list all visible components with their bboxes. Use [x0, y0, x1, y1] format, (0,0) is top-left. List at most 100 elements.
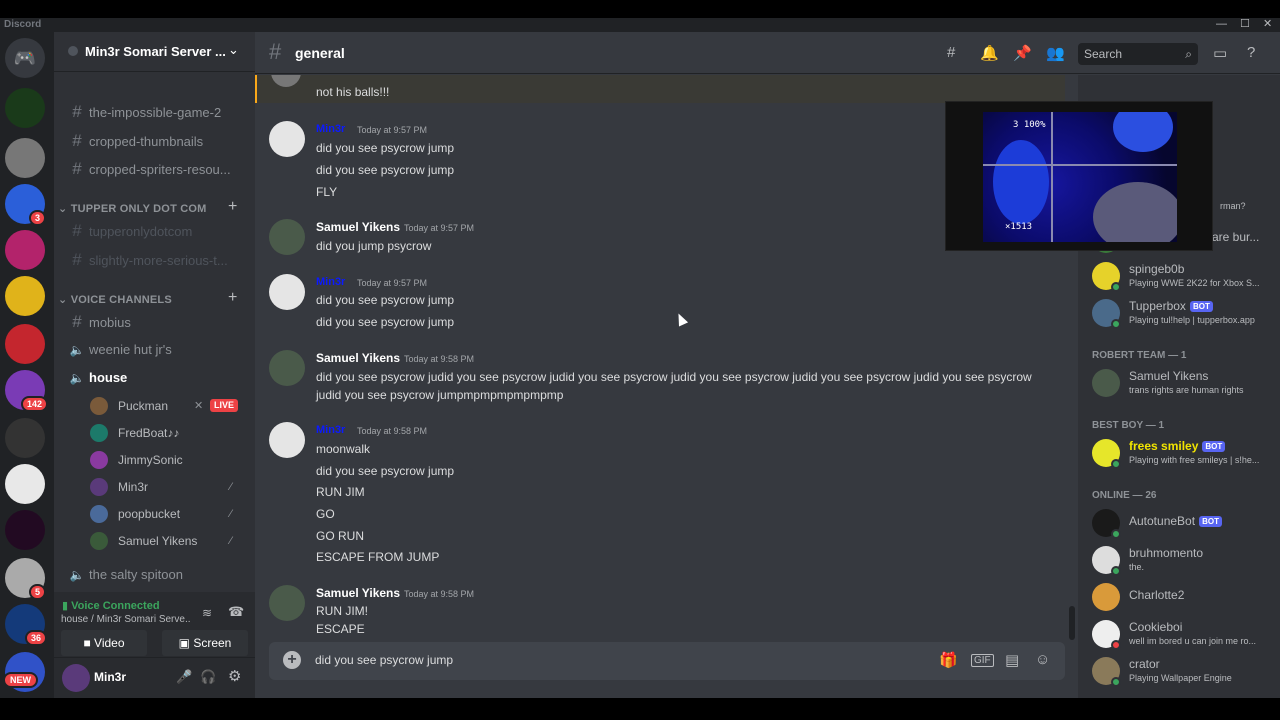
gif-icon[interactable]: GIF: [971, 654, 994, 667]
message-text: ESCAPE FROM JUMP: [316, 550, 440, 564]
server-icon[interactable]: [5, 276, 45, 316]
member-item[interactable]: Charlotte2: [1092, 581, 1280, 617]
mute-mic-icon[interactable]: 🎤: [176, 669, 192, 685]
avatar: [1092, 369, 1120, 397]
voice-channel-item[interactable]: 🔈 weenie hut jr's: [68, 338, 250, 362]
voice-user[interactable]: Samuel Yikens ⁄: [90, 529, 250, 553]
avatar[interactable]: [269, 121, 305, 157]
server-icon[interactable]: 3: [5, 184, 47, 226]
channel-name: slightly-more-serious-t...: [89, 253, 228, 268]
gift-icon[interactable]: 🎁: [939, 651, 958, 669]
chat-header: # general # 🔔 📌 👥 Search ⌕ ▭ ?: [255, 32, 1280, 74]
help-icon[interactable]: ?: [1247, 44, 1255, 61]
voice-channel-item[interactable]: 🔈 the salty spitoon: [68, 563, 250, 587]
message-text: did you see psycrow jump: [316, 141, 455, 155]
search-input[interactable]: Search ⌕: [1078, 43, 1198, 65]
sticker-icon[interactable]: ▤: [1005, 651, 1019, 669]
message-composer[interactable]: + did you see psycrow jump 🎁 GIF ▤ ☺: [269, 642, 1065, 680]
member-item[interactable]: spingeb0b Playing WWE 2K22 for Xbox S...: [1092, 260, 1280, 296]
threads-icon[interactable]: #: [947, 44, 955, 61]
server-icon[interactable]: [5, 418, 45, 458]
server-header[interactable]: Min3r Somari Server ... ⌄: [54, 32, 255, 72]
voice-user[interactable]: Puckman ✕ LIVE: [90, 394, 250, 418]
author-name[interactable]: Samuel Yikens: [316, 220, 400, 234]
disconnect-icon[interactable]: ☎: [228, 604, 244, 620]
timestamp: Today at 9:57 PM: [357, 278, 428, 288]
author-name[interactable]: Min3r: [316, 123, 345, 135]
avatar[interactable]: [62, 664, 90, 692]
server-icon[interactable]: [5, 324, 45, 364]
channel-item[interactable]: # mobius: [68, 310, 250, 334]
channel-item[interactable]: # cropped-spriters-resou...: [68, 157, 250, 181]
message-text: moonwalk: [316, 442, 371, 456]
chat-scrollbar[interactable]: [1069, 606, 1075, 640]
app-brand: Discord: [4, 19, 42, 30]
stream-preview[interactable]: 3 100% ×1513: [945, 101, 1213, 251]
voice-user[interactable]: JimmySonic: [90, 448, 250, 472]
server-icon[interactable]: [5, 88, 45, 128]
member-item[interactable]: Cookieboi well im bored u can join me ro.…: [1092, 618, 1280, 654]
member-item[interactable]: Tupperbox BOT Playing tul!help | tupperbox…: [1092, 297, 1280, 333]
avatar[interactable]: [269, 274, 305, 310]
signal-icon: ▮: [62, 600, 72, 612]
member-item[interactable]: AutotuneBot BOT: [1092, 507, 1280, 543]
channel-name: mobius: [89, 315, 131, 330]
video-button[interactable]: ■ Video: [61, 630, 147, 656]
author-name[interactable]: Min3r: [316, 424, 345, 436]
channel-item[interactable]: # cropped-thumbnails: [68, 129, 250, 153]
message-list: not his balls!!! Min3r Today at 9:57 PM …: [255, 75, 1065, 640]
pin-icon[interactable]: 📌: [1013, 44, 1032, 62]
category-tupper[interactable]: ⌄ TUPPER ONLY DOT COM +: [58, 198, 237, 215]
server-icon[interactable]: NEW: [3, 652, 45, 692]
close-button[interactable]: ✕: [1263, 18, 1272, 30]
members-icon[interactable]: 👥: [1046, 44, 1065, 62]
avatar[interactable]: [269, 585, 305, 621]
channel-title: general: [295, 45, 345, 61]
avatar[interactable]: [269, 219, 305, 255]
screen-share-button[interactable]: ▣ Screen: [162, 630, 248, 656]
composer-input[interactable]: did you see psycrow jump: [315, 653, 453, 667]
attach-plus-icon[interactable]: +: [283, 651, 301, 669]
member-item[interactable]: crator Playing Wallpaper Engine: [1092, 655, 1280, 691]
bell-icon[interactable]: 🔔: [980, 44, 999, 62]
member-activity: Playing with free smileys | s!he...: [1129, 455, 1260, 465]
emoji-icon[interactable]: ☺: [1035, 651, 1050, 668]
voice-channel-item[interactable]: 🔈 house: [68, 366, 250, 390]
add-channel-icon[interactable]: +: [228, 198, 238, 216]
channel-item[interactable]: # tupperonlydotcom: [68, 219, 250, 243]
noise-suppression-icon[interactable]: ≋: [202, 606, 212, 620]
avatar[interactable]: [269, 422, 305, 458]
maximize-button[interactable]: ☐: [1240, 18, 1250, 30]
category-voice[interactable]: ⌄ VOICE CHANNELS +: [58, 289, 237, 306]
voice-user[interactable]: Min3r ⁄: [90, 475, 250, 499]
voice-user[interactable]: FredBoat♪♪: [90, 421, 250, 445]
avatar: [1092, 583, 1120, 611]
author-name[interactable]: Min3r: [316, 276, 345, 288]
member-item[interactable]: Samuel Yikens trans rights are human righ…: [1092, 367, 1280, 403]
server-icon[interactable]: [5, 510, 45, 550]
channel-sidebar: Min3r Somari Server ... ⌄ # the-impossibl…: [54, 32, 255, 698]
inbox-icon[interactable]: ▭: [1213, 44, 1227, 62]
chevron-down-icon[interactable]: ⌄: [228, 42, 239, 58]
video-button-label: Video: [94, 636, 125, 650]
member-item[interactable]: bruhmomento the.: [1092, 544, 1280, 580]
server-icon[interactable]: [5, 230, 45, 270]
headphones-icon[interactable]: 🎧: [200, 669, 216, 685]
minimize-button[interactable]: —: [1216, 18, 1227, 30]
message-text: did you see psycrow jump: [316, 293, 455, 307]
author-name[interactable]: Samuel Yikens: [316, 586, 400, 600]
home-button[interactable]: 🎮: [5, 38, 45, 78]
server-icon[interactable]: [5, 138, 45, 178]
server-icon[interactable]: 142: [5, 370, 49, 412]
avatar[interactable]: [269, 350, 305, 386]
server-icon[interactable]: 36: [5, 604, 48, 646]
voice-user[interactable]: poopbucket ⁄: [90, 502, 250, 526]
channel-item[interactable]: # the-impossible-game-2: [68, 100, 250, 124]
server-icon[interactable]: [5, 464, 45, 504]
author-name[interactable]: Samuel Yikens: [316, 351, 400, 365]
member-item[interactable]: frees smiley BOT Playing with free smileys…: [1092, 437, 1280, 473]
gear-icon[interactable]: ⚙: [228, 667, 241, 685]
add-channel-icon[interactable]: +: [228, 289, 238, 307]
channel-item[interactable]: # slightly-more-serious-t...: [68, 248, 250, 272]
server-icon[interactable]: 5: [5, 558, 47, 600]
